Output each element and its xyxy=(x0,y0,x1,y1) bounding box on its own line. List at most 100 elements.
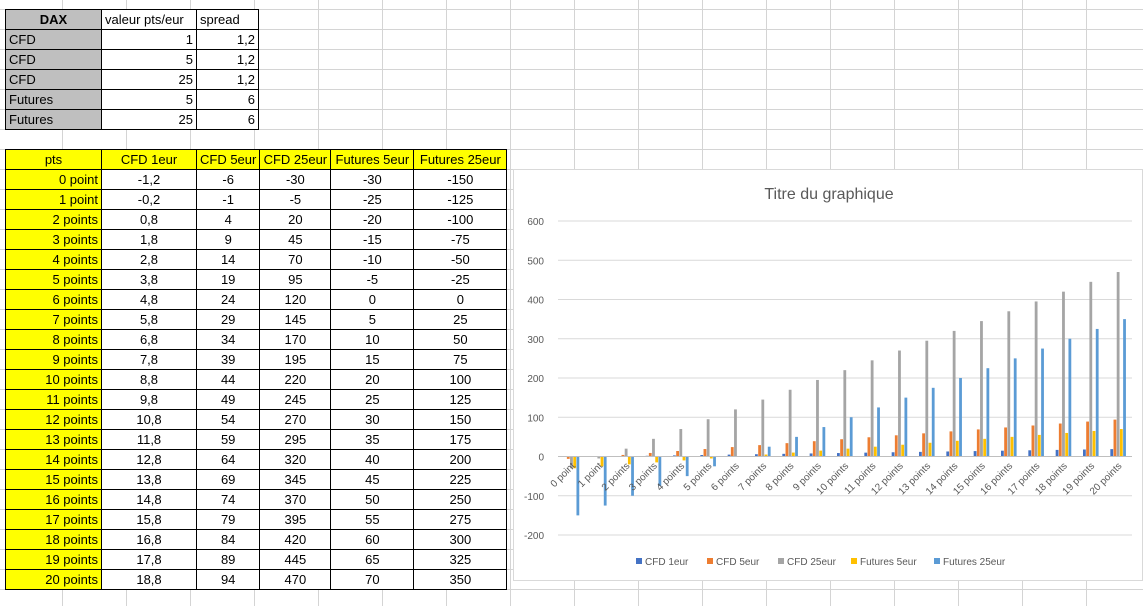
points-value-cell[interactable]: 420 xyxy=(259,529,332,550)
points-value-cell[interactable]: 29 xyxy=(195,309,261,330)
value-cell[interactable]: 6 xyxy=(196,109,259,130)
points-value-cell[interactable]: 13,8 xyxy=(101,469,197,490)
points-value-cell[interactable]: 325 xyxy=(413,549,508,570)
points-label-cell[interactable]: 13 points xyxy=(5,429,102,450)
points-value-cell[interactable]: 12,8 xyxy=(101,449,197,470)
points-label-cell[interactable]: 2 points xyxy=(5,209,102,230)
value-cell[interactable]: 5 xyxy=(101,49,197,70)
points-value-cell[interactable]: 75 xyxy=(413,349,508,370)
value-cell[interactable]: 1,2 xyxy=(196,49,259,70)
points-value-cell[interactable]: -15 xyxy=(330,229,415,250)
points-value-cell[interactable]: 94 xyxy=(195,569,261,590)
points-value-cell[interactable]: 60 xyxy=(330,529,415,550)
points-value-cell[interactable]: 150 xyxy=(413,409,508,430)
points-value-cell[interactable]: 50 xyxy=(413,329,508,350)
points-value-cell[interactable]: 25 xyxy=(413,309,508,330)
points-value-cell[interactable]: 345 xyxy=(259,469,332,490)
points-value-cell[interactable]: 1,8 xyxy=(101,229,197,250)
points-value-cell[interactable]: 35 xyxy=(330,429,415,450)
points-value-cell[interactable]: -5 xyxy=(259,189,332,210)
points-label-cell[interactable]: 17 points xyxy=(5,509,102,530)
points-value-cell[interactable]: -5 xyxy=(330,269,415,290)
points-value-cell[interactable]: 275 xyxy=(413,509,508,530)
points-value-cell[interactable]: -6 xyxy=(195,169,261,190)
points-value-cell[interactable]: 15 xyxy=(330,349,415,370)
points-value-cell[interactable]: 89 xyxy=(195,549,261,570)
points-value-cell[interactable]: 44 xyxy=(195,369,261,390)
points-value-cell[interactable]: 55 xyxy=(330,509,415,530)
points-header-cell[interactable]: Futures 5eur xyxy=(330,149,415,170)
points-value-cell[interactable]: 370 xyxy=(259,489,332,510)
points-value-cell[interactable]: -10 xyxy=(330,249,415,270)
instrument-cell[interactable]: CFD xyxy=(5,49,102,70)
points-value-cell[interactable]: 65 xyxy=(330,549,415,570)
points-value-cell[interactable]: 79 xyxy=(195,509,261,530)
instrument-cell[interactable]: CFD xyxy=(5,69,102,90)
points-value-cell[interactable]: 220 xyxy=(259,369,332,390)
points-value-cell[interactable]: 9 xyxy=(195,229,261,250)
points-label-cell[interactable]: 14 points xyxy=(5,449,102,470)
instrument-cell[interactable]: Futures xyxy=(5,89,102,110)
points-value-cell[interactable]: 84 xyxy=(195,529,261,550)
value-cell[interactable]: 6 xyxy=(196,89,259,110)
points-value-cell[interactable]: 49 xyxy=(195,389,261,410)
points-label-cell[interactable]: 9 points xyxy=(5,349,102,370)
points-label-cell[interactable]: 10 points xyxy=(5,369,102,390)
points-value-cell[interactable]: 25 xyxy=(330,389,415,410)
points-value-cell[interactable]: 14,8 xyxy=(101,489,197,510)
value-cell[interactable]: 25 xyxy=(101,69,197,90)
points-value-cell[interactable]: 175 xyxy=(413,429,508,450)
points-value-cell[interactable]: 0 xyxy=(330,289,415,310)
points-value-cell[interactable]: 320 xyxy=(259,449,332,470)
points-value-cell[interactable]: 14 xyxy=(195,249,261,270)
points-value-cell[interactable]: 59 xyxy=(195,429,261,450)
points-label-cell[interactable]: 6 points xyxy=(5,289,102,310)
points-value-cell[interactable]: 15,8 xyxy=(101,509,197,530)
points-value-cell[interactable]: 6,8 xyxy=(101,329,197,350)
value-cell[interactable]: 1,2 xyxy=(196,29,259,50)
points-label-cell[interactable]: 7 points xyxy=(5,309,102,330)
points-value-cell[interactable]: 10 xyxy=(330,329,415,350)
points-value-cell[interactable]: -25 xyxy=(413,269,508,290)
points-value-cell[interactable]: 10,8 xyxy=(101,409,197,430)
chart-area[interactable]: Titre du graphique 600 500 400 300 200 100 0 -10… xyxy=(513,169,1143,581)
points-value-cell[interactable]: 7,8 xyxy=(101,349,197,370)
dax-header-cell[interactable]: valeur pts/eur xyxy=(101,9,197,30)
value-cell[interactable]: 1 xyxy=(101,29,197,50)
points-value-cell[interactable]: 74 xyxy=(195,489,261,510)
value-cell[interactable]: 5 xyxy=(101,89,197,110)
points-value-cell[interactable]: 34 xyxy=(195,329,261,350)
points-value-cell[interactable]: 200 xyxy=(413,449,508,470)
points-value-cell[interactable]: -30 xyxy=(259,169,332,190)
instrument-cell[interactable]: Futures xyxy=(5,109,102,130)
points-value-cell[interactable]: 470 xyxy=(259,569,332,590)
points-header-cell[interactable]: CFD 5eur xyxy=(195,149,261,170)
points-value-cell[interactable]: 24 xyxy=(195,289,261,310)
points-value-cell[interactable]: 350 xyxy=(413,569,508,590)
points-value-cell[interactable]: 20 xyxy=(330,369,415,390)
points-value-cell[interactable]: 245 xyxy=(259,389,332,410)
points-label-cell[interactable]: 16 points xyxy=(5,489,102,510)
points-label-cell[interactable]: 4 points xyxy=(5,249,102,270)
points-value-cell[interactable]: 11,8 xyxy=(101,429,197,450)
points-value-cell[interactable]: 30 xyxy=(330,409,415,430)
points-value-cell[interactable]: 4 xyxy=(195,209,261,230)
points-value-cell[interactable]: -150 xyxy=(413,169,508,190)
points-value-cell[interactable]: 5 xyxy=(330,309,415,330)
points-value-cell[interactable]: 5,8 xyxy=(101,309,197,330)
points-value-cell[interactable]: -50 xyxy=(413,249,508,270)
points-value-cell[interactable]: -1 xyxy=(195,189,261,210)
points-value-cell[interactable]: 70 xyxy=(330,569,415,590)
points-value-cell[interactable]: -75 xyxy=(413,229,508,250)
points-value-cell[interactable]: -1,2 xyxy=(101,169,197,190)
points-header-cell[interactable]: CFD 1eur xyxy=(101,149,197,170)
points-value-cell[interactable]: 70 xyxy=(259,249,332,270)
points-value-cell[interactable]: 300 xyxy=(413,529,508,550)
points-value-cell[interactable]: -30 xyxy=(330,169,415,190)
points-value-cell[interactable]: 69 xyxy=(195,469,261,490)
points-value-cell[interactable]: 395 xyxy=(259,509,332,530)
points-value-cell[interactable]: 19 xyxy=(195,269,261,290)
points-label-cell[interactable]: 20 points xyxy=(5,569,102,590)
points-value-cell[interactable]: 0 xyxy=(413,289,508,310)
points-label-cell[interactable]: 11 points xyxy=(5,389,102,410)
